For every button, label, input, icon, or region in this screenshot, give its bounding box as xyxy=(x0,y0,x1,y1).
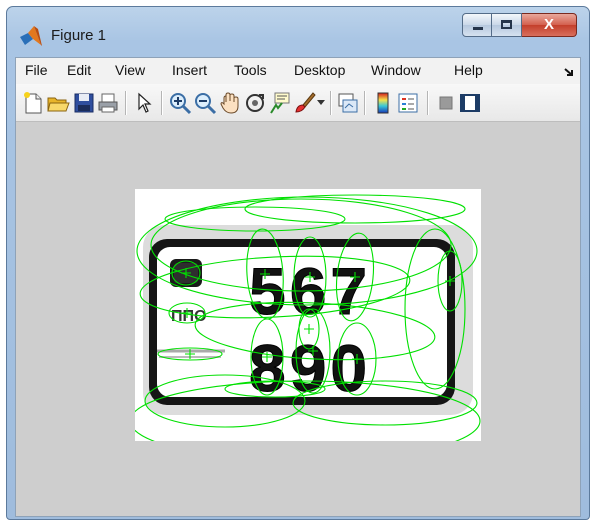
toolbar-separator xyxy=(427,91,429,115)
maximize-icon xyxy=(501,20,512,29)
toolbar-separator xyxy=(364,91,366,115)
close-icon: X xyxy=(543,16,554,33)
save-icon[interactable] xyxy=(72,91,96,115)
toolbar-separator xyxy=(125,91,127,115)
brush-icon[interactable] xyxy=(293,91,317,115)
pointer-icon[interactable] xyxy=(132,91,156,115)
figure-client-area: File Edit View Insert Tools Desktop Wind… xyxy=(15,57,581,517)
dock-arrow-icon[interactable] xyxy=(564,67,574,77)
minimize-button[interactable] xyxy=(462,13,492,37)
menu-file[interactable]: File xyxy=(25,62,48,78)
menu-bar: File Edit View Insert Tools Desktop Wind… xyxy=(16,58,580,85)
menu-tools[interactable]: Tools xyxy=(234,62,267,78)
new-figure-icon[interactable] xyxy=(21,91,45,115)
link-plot-icon[interactable] xyxy=(336,91,360,115)
minimize-icon xyxy=(473,27,483,30)
menu-help[interactable]: Help xyxy=(454,62,483,78)
menu-edit[interactable]: Edit xyxy=(67,62,91,78)
menu-desktop[interactable]: Desktop xyxy=(294,62,345,78)
colorbar-icon[interactable] xyxy=(371,91,395,115)
legend-icon[interactable] xyxy=(396,91,420,115)
brush-dropdown-icon[interactable] xyxy=(317,100,325,106)
zoom-out-icon[interactable] xyxy=(193,91,217,115)
figure-toolbar xyxy=(16,84,580,122)
hide-plot-tools-icon[interactable] xyxy=(434,91,458,115)
toolbar-separator xyxy=(330,91,332,115)
data-cursor-icon[interactable] xyxy=(268,91,292,115)
menu-window[interactable]: Window xyxy=(371,62,421,78)
maximize-button[interactable] xyxy=(492,13,522,37)
pan-icon[interactable] xyxy=(218,91,242,115)
open-file-icon[interactable] xyxy=(46,91,70,115)
license-plate-image: ΠΠΟ 567 890 xyxy=(129,194,481,462)
show-plot-tools-icon[interactable] xyxy=(458,91,482,115)
menu-insert[interactable]: Insert xyxy=(172,62,207,78)
zoom-in-icon[interactable] xyxy=(168,91,192,115)
window-title: Figure 1 xyxy=(51,27,107,44)
matlab-logo-icon xyxy=(20,26,42,46)
image-axes[interactable]: ΠΠΟ 567 890 xyxy=(129,189,481,462)
toolbar-separator xyxy=(161,91,163,115)
title-bar[interactable]: Figure 1 X xyxy=(7,7,589,47)
print-icon[interactable] xyxy=(96,91,120,115)
rotate-3d-icon[interactable] xyxy=(243,91,267,115)
figure-window: Figure 1 X File Edit View Insert Tools D… xyxy=(6,6,590,520)
menu-view[interactable]: View xyxy=(115,62,145,78)
close-button[interactable]: X xyxy=(522,13,577,37)
